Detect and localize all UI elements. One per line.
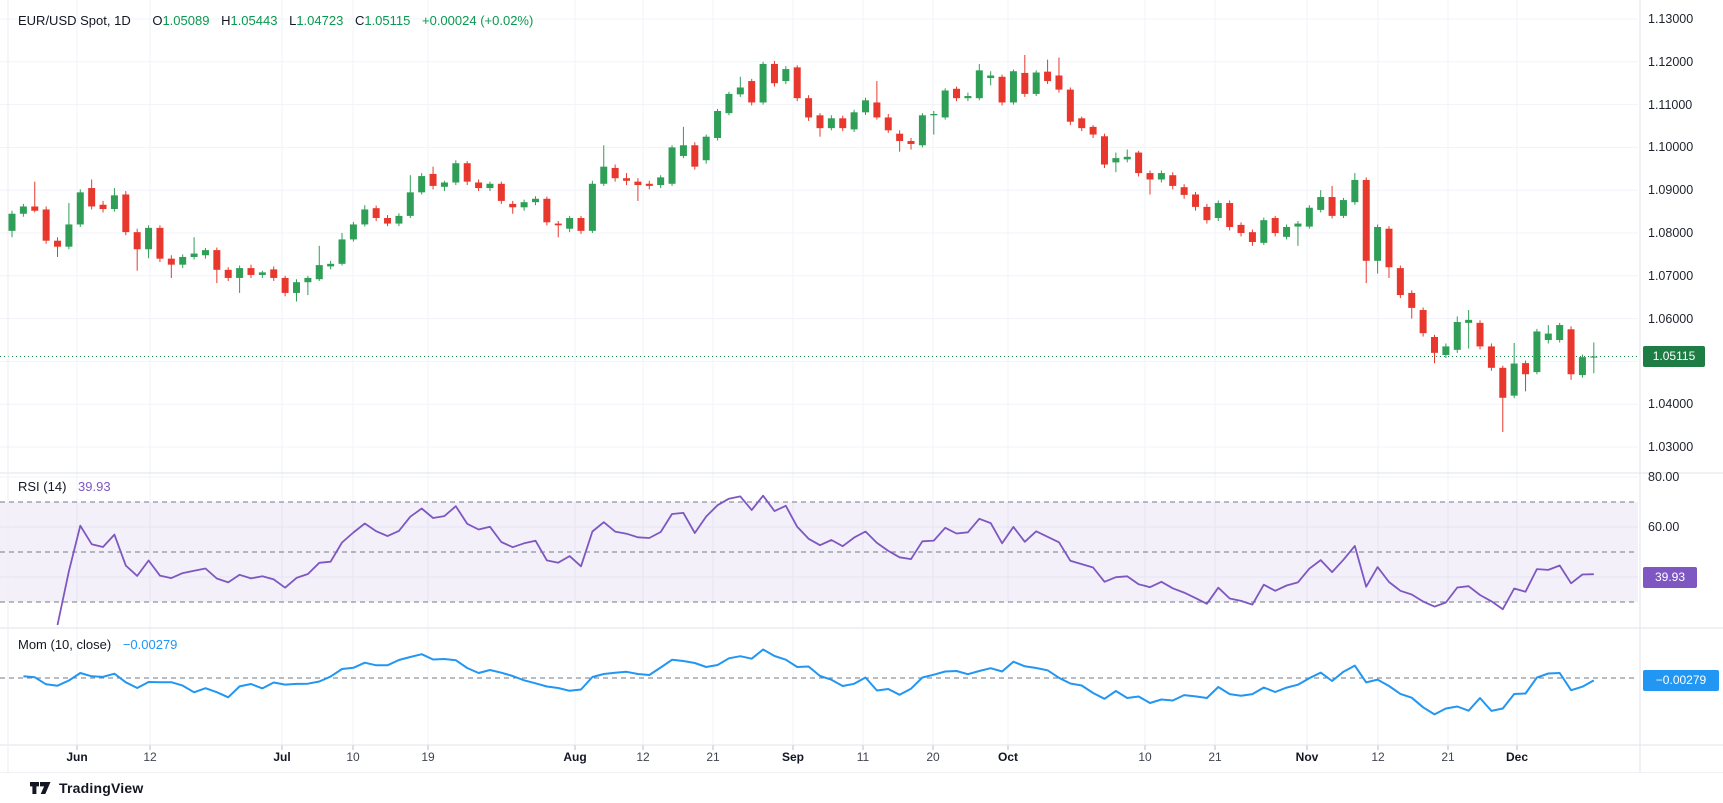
time-axis-label: 20 [926,750,939,764]
price-axis-label: 1.03000 [1648,440,1693,454]
rsi-value-badge: 39.93 [1643,567,1697,588]
ohlc-close-key: C [355,13,364,28]
last-price-badge: 1.05115 [1643,346,1705,367]
rsi-axis-label: 60.00 [1648,520,1679,534]
ohlc-high-value: 1.05443 [230,13,277,28]
time-axis-label: 12 [636,750,649,764]
footer-bar: TradingView [0,773,1723,803]
momentum-legend[interactable]: Mom (10, close) −0.00279 [18,637,177,652]
ohlc-close-value: 1.05115 [364,13,410,28]
tradingview-brand-text[interactable]: TradingView [59,780,143,796]
chart-window: EUR/USD Spot, 1D O1.05089 H1.05443 L1.04… [0,0,1723,803]
time-axis-label: 19 [421,750,434,764]
time-axis-label: Nov [1296,750,1319,764]
tradingview-logo-icon[interactable] [30,780,51,796]
momentum-title[interactable]: Mom (10, close) [18,637,111,652]
price-axis-label: 1.08000 [1648,226,1693,240]
symbol-legend[interactable]: EUR/USD Spot, 1D O1.05089 H1.05443 L1.04… [18,13,533,28]
price-axis-label: 1.06000 [1648,312,1693,326]
time-axis-label: 11 [857,750,869,764]
rsi-axis-label: 80.00 [1648,470,1679,484]
time-axis-label: 12 [1371,750,1384,764]
momentum-value: −0.00279 [123,637,178,652]
price-axis-label: 1.10000 [1648,140,1693,154]
rsi-legend[interactable]: RSI (14) 39.93 [18,479,111,494]
time-axis-label: 10 [1138,750,1151,764]
time-axis-label: Jul [273,750,290,764]
price-axis-label: 1.12000 [1648,55,1693,69]
symbol-title[interactable]: EUR/USD Spot, 1D [18,13,131,28]
time-axis-label: Jun [66,750,87,764]
ohlc-low-value: 1.04723 [296,13,343,28]
ohlc-open-value: 1.05089 [162,13,209,28]
price-axis-label: 1.11000 [1648,98,1692,112]
price-axis-label: 1.13000 [1648,12,1693,26]
price-axis-label: 1.07000 [1648,269,1693,283]
time-axis-label: Aug [563,750,586,764]
time-axis-label: 21 [1441,750,1454,764]
chart-canvas[interactable] [0,0,1723,803]
time-axis-label: 21 [1208,750,1221,764]
time-axis-label: 10 [346,750,359,764]
price-axis-label: 1.04000 [1648,397,1693,411]
ohlc-open-key: O [152,13,162,28]
time-axis-label: Oct [998,750,1018,764]
time-axis-label: 12 [143,750,156,764]
price-axis-label: 1.09000 [1648,183,1693,197]
momentum-value-badge: −0.00279 [1643,670,1719,691]
time-axis-label: 21 [706,750,719,764]
rsi-title[interactable]: RSI (14) [18,479,66,494]
rsi-value: 39.93 [78,479,111,494]
change-value: +0.00024 (+0.02%) [422,13,533,28]
time-axis-label: Sep [782,750,804,764]
time-axis-label: Dec [1506,750,1528,764]
